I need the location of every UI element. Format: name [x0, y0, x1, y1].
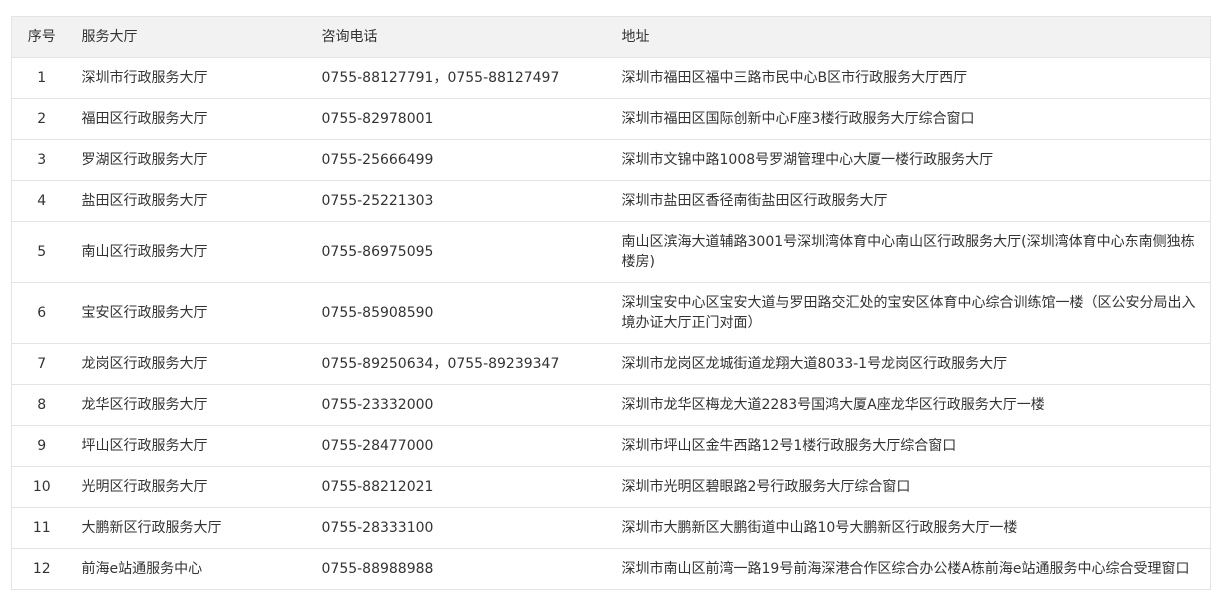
cell-no: 8: [11, 384, 72, 426]
header-address: 地址: [611, 16, 1211, 58]
cell-phone: 0755-88127791，0755-88127497: [311, 57, 612, 99]
cell-phone: 0755-89250634，0755-89239347: [311, 343, 612, 385]
cell-no: 1: [11, 57, 72, 99]
service-hall-table-container: 序号 服务大厅 咨询电话 地址 1 深圳市行政服务大厅 0755-8812779…: [11, 16, 1211, 590]
table-row: 7 龙岗区行政服务大厅 0755-89250634，0755-89239347 …: [11, 343, 1211, 385]
cell-address: 深圳市龙华区梅龙大道2283号国鸿大厦A座龙华区行政服务大厅一楼: [611, 384, 1211, 426]
table-row: 1 深圳市行政服务大厅 0755-88127791，0755-88127497 …: [11, 57, 1211, 99]
cell-address: 深圳市福田区国际创新中心F座3楼行政服务大厅综合窗口: [611, 98, 1211, 140]
cell-no: 2: [11, 98, 72, 140]
cell-phone: 0755-88212021: [311, 466, 612, 508]
cell-hall: 坪山区行政服务大厅: [71, 425, 312, 467]
cell-no: 12: [11, 548, 72, 590]
cell-phone: 0755-86975095: [311, 221, 612, 283]
table-row: 6 宝安区行政服务大厅 0755-85908590 深圳宝安中心区宝安大道与罗田…: [11, 282, 1211, 344]
cell-phone: 0755-85908590: [311, 282, 612, 344]
cell-address: 南山区滨海大道辅路3001号深圳湾体育中心南山区行政服务大厅(深圳湾体育中心东南…: [611, 221, 1211, 283]
table-row: 10 光明区行政服务大厅 0755-88212021 深圳市光明区碧眼路2号行政…: [11, 466, 1211, 508]
cell-address: 深圳市文锦中路1008号罗湖管理中心大厦一楼行政服务大厅: [611, 139, 1211, 181]
cell-address: 深圳市福田区福中三路市民中心B区市行政服务大厅西厅: [611, 57, 1211, 99]
header-hall: 服务大厅: [71, 16, 312, 58]
cell-address: 深圳宝安中心区宝安大道与罗田路交汇处的宝安区体育中心综合训练馆一楼（区公安分局出…: [611, 282, 1211, 344]
cell-hall: 深圳市行政服务大厅: [71, 57, 312, 99]
table-row: 2 福田区行政服务大厅 0755-82978001 深圳市福田区国际创新中心F座…: [11, 98, 1211, 140]
cell-no: 10: [11, 466, 72, 508]
cell-phone: 0755-88988988: [311, 548, 612, 590]
cell-no: 9: [11, 425, 72, 467]
table-row: 8 龙华区行政服务大厅 0755-23332000 深圳市龙华区梅龙大道2283…: [11, 384, 1211, 426]
cell-phone: 0755-25666499: [311, 139, 612, 181]
service-hall-table: 序号 服务大厅 咨询电话 地址 1 深圳市行政服务大厅 0755-8812779…: [11, 16, 1211, 590]
table-body: 1 深圳市行政服务大厅 0755-88127791，0755-88127497 …: [11, 57, 1211, 590]
cell-no: 6: [11, 282, 72, 344]
cell-no: 3: [11, 139, 72, 181]
cell-address: 深圳市大鹏新区大鹏街道中山路10号大鹏新区行政服务大厅一楼: [611, 507, 1211, 549]
table-row: 5 南山区行政服务大厅 0755-86975095 南山区滨海大道辅路3001号…: [11, 221, 1211, 283]
table-row: 12 前海e站通服务中心 0755-88988988 深圳市南山区前湾一路19号…: [11, 548, 1211, 590]
cell-hall: 宝安区行政服务大厅: [71, 282, 312, 344]
cell-no: 7: [11, 343, 72, 385]
cell-phone: 0755-28477000: [311, 425, 612, 467]
cell-no: 4: [11, 180, 72, 222]
header-phone: 咨询电话: [311, 16, 612, 58]
cell-hall: 南山区行政服务大厅: [71, 221, 312, 283]
cell-hall: 福田区行政服务大厅: [71, 98, 312, 140]
cell-hall: 前海e站通服务中心: [71, 548, 312, 590]
cell-no: 5: [11, 221, 72, 283]
cell-hall: 龙华区行政服务大厅: [71, 384, 312, 426]
cell-address: 深圳市南山区前湾一路19号前海深港合作区综合办公楼A栋前海e站通服务中心综合受理…: [611, 548, 1211, 590]
cell-phone: 0755-82978001: [311, 98, 612, 140]
table-row: 4 盐田区行政服务大厅 0755-25221303 深圳市盐田区香径南街盐田区行…: [11, 180, 1211, 222]
header-row: 序号 服务大厅 咨询电话 地址: [11, 16, 1211, 58]
cell-hall: 罗湖区行政服务大厅: [71, 139, 312, 181]
cell-phone: 0755-25221303: [311, 180, 612, 222]
table-row: 9 坪山区行政服务大厅 0755-28477000 深圳市坪山区金牛西路12号1…: [11, 425, 1211, 467]
cell-address: 深圳市龙岗区龙城街道龙翔大道8033-1号龙岗区行政服务大厅: [611, 343, 1211, 385]
table-header: 序号 服务大厅 咨询电话 地址: [11, 16, 1211, 58]
cell-address: 深圳市坪山区金牛西路12号1楼行政服务大厅综合窗口: [611, 425, 1211, 467]
cell-no: 11: [11, 507, 72, 549]
cell-hall: 光明区行政服务大厅: [71, 466, 312, 508]
cell-hall: 龙岗区行政服务大厅: [71, 343, 312, 385]
header-no: 序号: [11, 16, 72, 58]
cell-phone: 0755-28333100: [311, 507, 612, 549]
cell-address: 深圳市光明区碧眼路2号行政服务大厅综合窗口: [611, 466, 1211, 508]
cell-address: 深圳市盐田区香径南街盐田区行政服务大厅: [611, 180, 1211, 222]
cell-hall: 大鹏新区行政服务大厅: [71, 507, 312, 549]
table-row: 3 罗湖区行政服务大厅 0755-25666499 深圳市文锦中路1008号罗湖…: [11, 139, 1211, 181]
table-row: 11 大鹏新区行政服务大厅 0755-28333100 深圳市大鹏新区大鹏街道中…: [11, 507, 1211, 549]
cell-phone: 0755-23332000: [311, 384, 612, 426]
cell-hall: 盐田区行政服务大厅: [71, 180, 312, 222]
